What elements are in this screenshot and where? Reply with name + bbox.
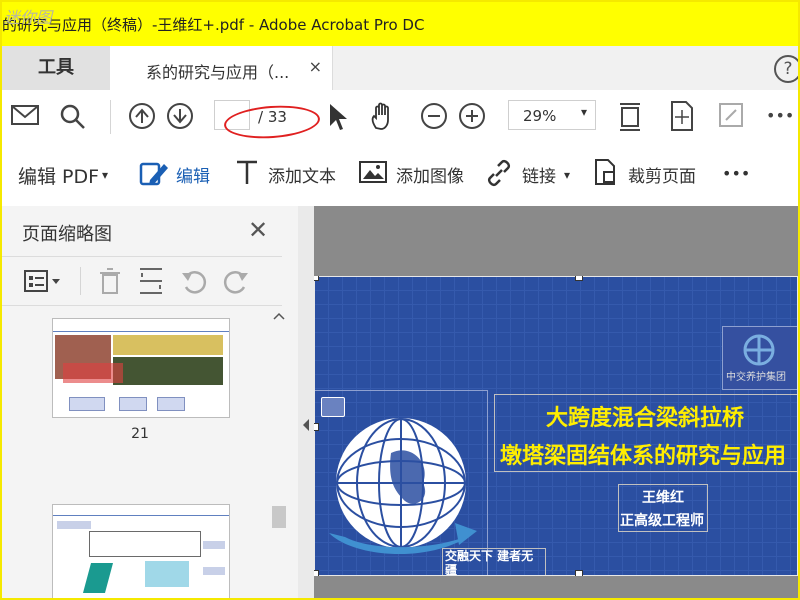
- zoom-value: 29%: [523, 107, 557, 125]
- chevron-down-icon: ▾: [564, 168, 571, 182]
- zoom-out-icon[interactable]: [420, 102, 450, 130]
- previous-page-icon[interactable]: [128, 102, 158, 130]
- toolbar-separator: [110, 100, 111, 134]
- panel-divider[interactable]: [298, 206, 314, 598]
- fit-page-icon[interactable]: [616, 100, 644, 134]
- add-text-button[interactable]: 添加文本: [268, 162, 336, 187]
- page-move-icon[interactable]: [668, 100, 696, 132]
- resize-handle[interactable]: [314, 423, 319, 431]
- acrobat-window: 的研究与应用（终稿）-王维红+.pdf - Adobe Acrobat Pro …: [0, 0, 800, 600]
- more-tools-icon[interactable]: •••: [766, 106, 794, 125]
- options-menu-icon[interactable]: [24, 269, 64, 293]
- zoom-in-icon[interactable]: [458, 102, 488, 130]
- thumbnail-scrollbar[interactable]: [270, 306, 288, 598]
- collapse-panel-icon[interactable]: [302, 418, 310, 432]
- more-edit-tools-icon[interactable]: •••: [722, 164, 750, 183]
- chevron-down-icon: ▾: [580, 105, 587, 119]
- selection-frame: [314, 276, 798, 576]
- link-button[interactable]: 链接: [522, 162, 556, 187]
- watermark: 迷你图: [4, 8, 53, 27]
- resize-handle[interactable]: [314, 276, 319, 281]
- add-image-button[interactable]: 添加图像: [396, 162, 464, 187]
- select-arrow-icon[interactable]: [326, 102, 350, 132]
- next-page-icon[interactable]: [166, 102, 196, 130]
- thumbnail-list: 21: [2, 306, 270, 598]
- add-image-icon[interactable]: [358, 158, 388, 186]
- edit-icon[interactable]: [138, 158, 170, 190]
- email-icon[interactable]: [10, 102, 40, 128]
- thumbnail-panel: 页面缩略图 ✕ 21: [2, 206, 298, 598]
- window-title: 的研究与应用（终稿）-王维红+.pdf - Adobe Acrobat Pro …: [2, 16, 425, 34]
- crop-page-button[interactable]: 裁剪页面: [628, 162, 696, 187]
- insert-page-icon[interactable]: [138, 267, 164, 295]
- resize-handle[interactable]: [575, 276, 583, 281]
- zoom-select[interactable]: 29% ▾: [508, 100, 596, 130]
- tab-tools[interactable]: 工具: [2, 46, 110, 90]
- thumbnail-toolbar: [2, 256, 282, 306]
- toolbar-separator: [80, 267, 81, 295]
- tab-bar: 工具 系的研究与应用（... × ?: [2, 46, 798, 91]
- search-icon[interactable]: [58, 102, 88, 130]
- edit-pdf-menu[interactable]: 编辑 PDF: [18, 162, 99, 189]
- trash-icon[interactable]: [98, 267, 122, 295]
- scrollbar-thumb[interactable]: [272, 506, 286, 528]
- edit-toolbar: 编辑 PDF ▾ 编辑 添加文本 添加图像 链接 ▾ 裁剪页面 •••: [2, 142, 798, 207]
- document-view: 大跨度混合梁斜拉桥 墩塔梁固结体系的研究与应用 王维红 正高级工程师 交融天下 …: [314, 206, 798, 598]
- close-icon[interactable]: ✕: [248, 216, 268, 244]
- tab-document-label: 系的研究与应用（...: [146, 63, 290, 82]
- hand-tool-icon[interactable]: [368, 102, 400, 132]
- link-icon[interactable]: [484, 158, 514, 188]
- rotate-right-icon[interactable]: [222, 269, 250, 295]
- thumbnail-page-22[interactable]: [52, 504, 230, 598]
- scroll-up-icon[interactable]: [273, 312, 285, 320]
- help-icon[interactable]: ?: [774, 55, 798, 83]
- add-text-icon[interactable]: [234, 158, 260, 186]
- chevron-down-icon: ▾: [102, 168, 109, 182]
- panel-title: 页面缩略图: [22, 224, 112, 245]
- full-screen-icon[interactable]: [718, 102, 744, 128]
- crop-page-icon[interactable]: [592, 158, 620, 188]
- tab-close-icon[interactable]: ×: [309, 57, 322, 76]
- thumbnail-page-21[interactable]: [52, 318, 230, 418]
- edit-button[interactable]: 编辑: [176, 162, 210, 187]
- main-toolbar: / 33 29% ▾ •••: [2, 90, 798, 143]
- tab-document[interactable]: 系的研究与应用（... ×: [110, 46, 333, 90]
- rotate-left-icon[interactable]: [180, 269, 208, 295]
- resize-handle[interactable]: [575, 570, 583, 576]
- pdf-page: 大跨度混合梁斜拉桥 墩塔梁固结体系的研究与应用 王维红 正高级工程师 交融天下 …: [314, 276, 798, 576]
- thumbnail-page-number: 21: [131, 426, 149, 442]
- title-bar: 的研究与应用（终稿）-王维红+.pdf - Adobe Acrobat Pro …: [2, 2, 798, 46]
- resize-handle[interactable]: [314, 570, 319, 576]
